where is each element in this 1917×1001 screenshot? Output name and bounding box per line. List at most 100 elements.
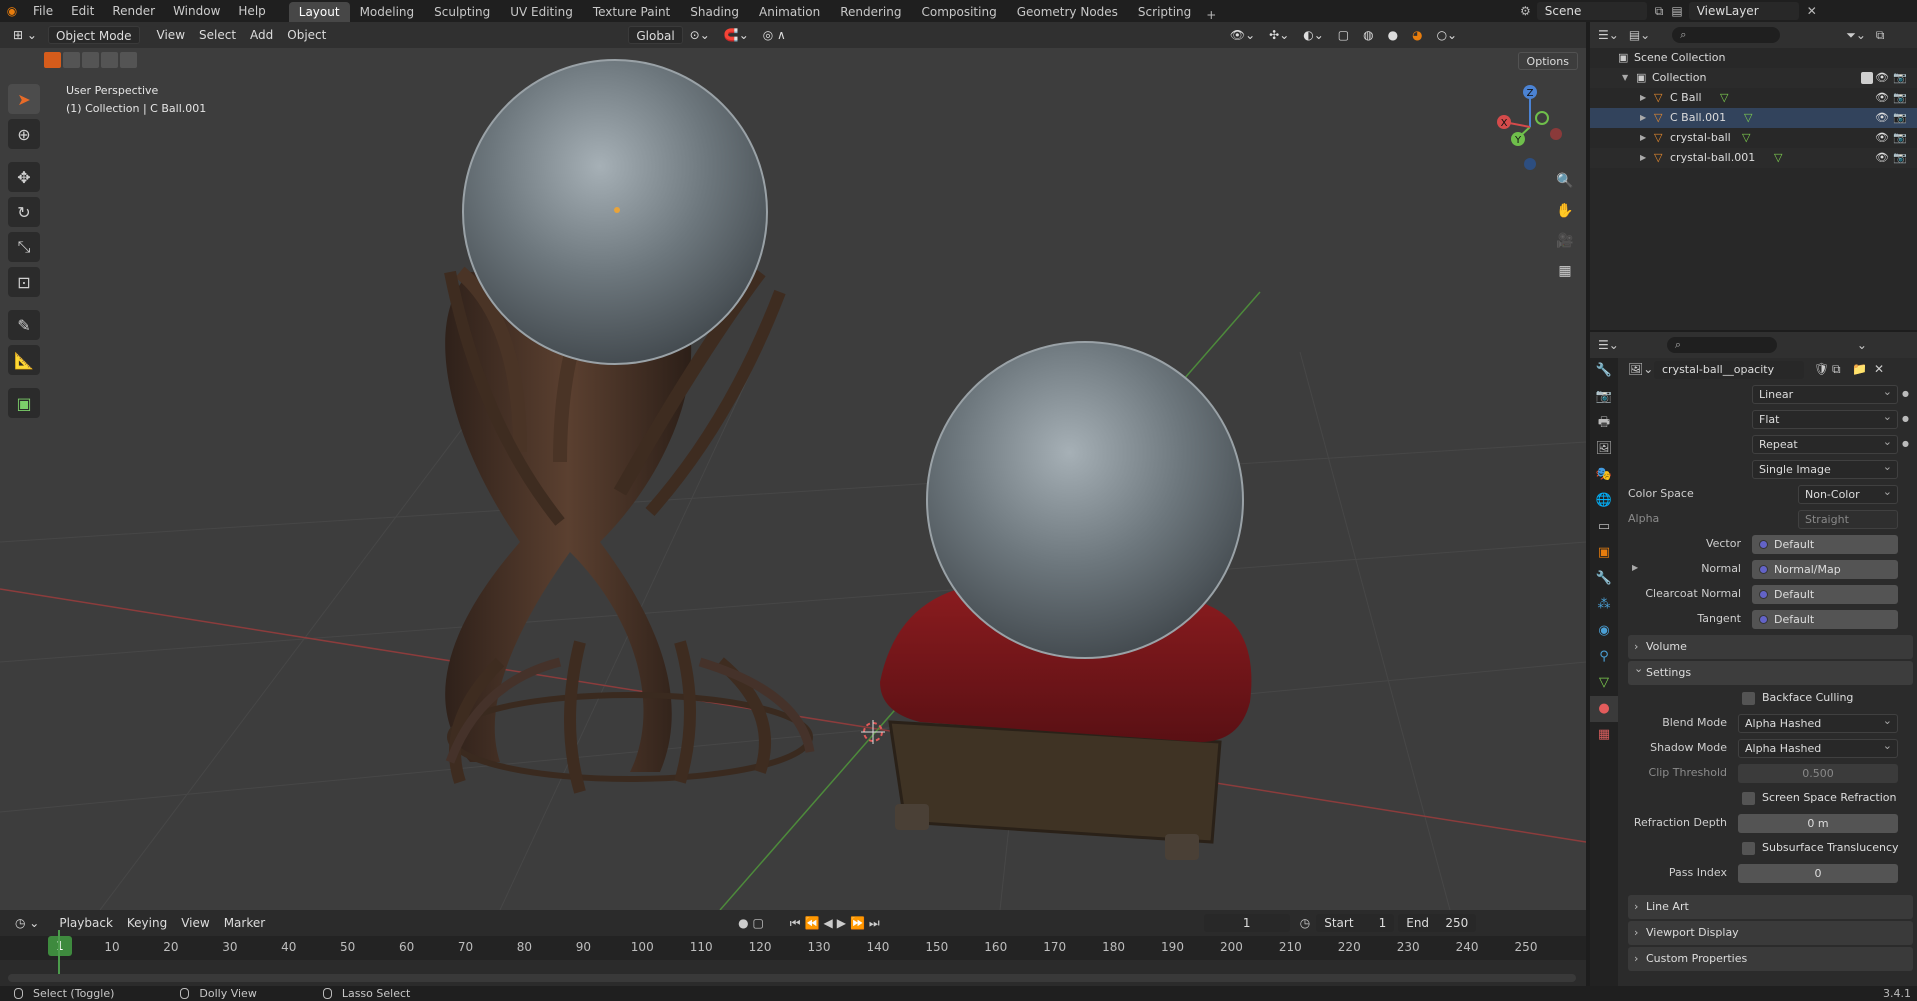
timeline-track[interactable] [0,960,1586,986]
render-camera-icon[interactable]: 📷 [1893,148,1907,168]
close-view-layer-icon[interactable]: ✕ [1807,4,1817,18]
shading-rendered-icon[interactable]: ○⌄ [1430,26,1465,44]
clearcoat-normal-socket-field[interactable]: Default [1752,585,1898,604]
properties-options-icon[interactable]: ⌄ [1857,338,1867,352]
tab-modeling[interactable]: Modeling [350,2,425,22]
unlink-icon[interactable]: ✕ [1874,362,1884,376]
xray-icon[interactable]: ▢ [1331,26,1356,44]
world-tab-icon[interactable]: 🌐 [1590,488,1618,514]
expand-normal-icon[interactable]: ▶ [1632,563,1638,572]
eye-icon[interactable]: 👁 [1875,108,1889,128]
viewport-scene[interactable] [0,22,1586,910]
grid-view-icon[interactable]: ▦ [1552,258,1578,284]
interpolation-dropdown[interactable]: Linear [1752,383,1898,404]
options-button[interactable]: Options [1517,52,1578,70]
proportional-edit-icon[interactable]: ◎ ∧ [756,26,793,44]
menu-marker[interactable]: Marker [217,914,272,932]
decorator-dot-icon[interactable]: ● [1902,439,1909,448]
mesh-data-icon[interactable]: ▽ [1774,148,1782,168]
gizmo-toggle-icon[interactable]: ✣⌄ [1262,26,1296,44]
properties-search-input[interactable]: ⌕ [1666,337,1777,353]
select-intersect-icon[interactable] [120,52,137,68]
move-tool-icon[interactable]: ✥ [8,162,40,192]
tab-shading[interactable]: Shading [680,2,749,22]
snap-icon[interactable]: 🧲⌄ [717,26,756,44]
refraction-depth-field[interactable]: 0 m [1738,814,1898,833]
mesh-data-icon[interactable]: ▽ [1744,108,1752,128]
add-workspace-icon[interactable]: + [1201,8,1221,22]
menu-add[interactable]: Add [243,26,280,44]
outliner-search-input[interactable]: ⌕ [1672,27,1781,43]
camera-view-icon[interactable]: 🎥 [1552,228,1578,254]
select-invert-icon[interactable] [101,52,118,68]
render-camera-icon[interactable]: 📷 [1893,108,1907,128]
settings-panel[interactable]: Settings [1628,657,1913,685]
exclude-checkbox[interactable] [1861,72,1873,84]
filter-icon[interactable]: ⏷⌄ [1846,28,1866,43]
tab-animation[interactable]: Animation [749,2,830,22]
duplicate-icon[interactable]: ⧉ [1832,362,1841,377]
tab-scripting[interactable]: Scripting [1128,2,1201,22]
menu-view[interactable]: View [150,26,192,44]
tab-geometry-nodes[interactable]: Geometry Nodes [1007,2,1128,22]
subsurface-translucency-checkbox[interactable] [1742,842,1755,855]
playback-controls[interactable]: ⏮⏪◀▶⏩⏭ [790,916,884,931]
timeline-ruler[interactable]: 1 10 20 30 40 50 60 70 80 90 100 110 120 130 140 150 16… [0,936,1586,960]
screen-space-refraction-checkbox[interactable] [1742,792,1755,805]
mesh-data-icon[interactable]: ▽ [1720,88,1728,108]
menu-window[interactable]: Window [164,0,229,22]
alpha-dropdown[interactable]: Straight [1798,510,1898,529]
select-extend-icon[interactable] [63,52,80,68]
timeline-scrollbar[interactable] [8,974,1576,982]
zoom-icon[interactable]: 🔍 [1552,168,1578,194]
tab-uv-editing[interactable]: UV Editing [500,2,583,22]
material-tab-icon[interactable]: ● [1590,696,1618,722]
outliner-editor-type-icon[interactable]: ☰⌄ [1598,28,1619,42]
backface-culling-checkbox[interactable] [1742,692,1755,705]
tangent-socket-field[interactable]: Default [1752,610,1898,629]
select-new-icon[interactable] [44,52,61,68]
scene-tab-icon[interactable]: 🎭 [1590,462,1618,488]
display-mode-icon[interactable]: ▤⌄ [1629,28,1650,42]
blend-mode-dropdown[interactable]: Alpha Hashed [1738,712,1898,733]
menu-file[interactable]: File [24,0,62,22]
image-name-field[interactable]: crystal-ball__opacity [1654,361,1804,379]
start-frame-field[interactable]: Start 1 [1316,914,1395,932]
gizmo-neg-y-icon[interactable] [1535,111,1549,125]
collection-tab-icon[interactable]: ▭ [1590,514,1618,540]
modifier-tab-icon[interactable]: 🔧 [1590,566,1618,592]
menu-edit[interactable]: Edit [62,0,103,22]
overlays-icon[interactable]: ◐⌄ [1296,26,1331,44]
particles-tab-icon[interactable]: ⁂ [1590,592,1618,618]
select-subtract-icon[interactable] [82,52,99,68]
blender-logo-icon[interactable]: ◉ [0,0,24,22]
outliner-item-c-ball[interactable]: ▶ ▽ C Ball ▽ 👁 📷 [1590,88,1917,108]
editor-type-icon[interactable]: ⊞ ⌄ [6,26,44,44]
menu-keying[interactable]: Keying [120,914,174,932]
expand-icon[interactable]: ▶ [1640,128,1646,148]
menu-timeline-view[interactable]: View [174,914,216,932]
open-folder-icon[interactable]: 📁 [1852,362,1867,376]
projection-dropdown[interactable]: Flat [1752,408,1898,429]
texture-tab-icon[interactable]: ▦ [1590,722,1618,748]
pivot-point-icon[interactable]: ⊙⌄ [683,26,717,44]
outliner-item-c-ball-001[interactable]: ▶ ▽ C Ball.001 ▽ 👁 📷 [1590,108,1917,128]
tool-tab-icon[interactable]: 🔧 [1590,358,1618,384]
tab-rendering[interactable]: Rendering [830,2,911,22]
physics-tab-icon[interactable]: ◉ [1590,618,1618,644]
tab-sculpting[interactable]: Sculpting [424,2,500,22]
menu-select[interactable]: Select [192,26,243,44]
render-camera-icon[interactable]: 📷 [1893,88,1907,108]
clip-threshold-slider[interactable]: 0.500 [1738,764,1898,783]
decorator-dot-icon[interactable]: ● [1902,389,1909,398]
output-tab-icon[interactable]: 🖶 [1590,410,1618,436]
collection-row[interactable]: ▼ ▣ Collection 👁 📷 [1590,68,1917,88]
color-space-dropdown[interactable]: Non-Color [1798,483,1898,504]
annotate-tool-icon[interactable]: ✎ [8,310,40,340]
render-camera-icon[interactable]: 📷 [1893,128,1907,148]
mode-dropdown[interactable]: Object Mode [47,26,140,44]
render-tab-icon[interactable]: 📷 [1590,384,1618,410]
tab-texture-paint[interactable]: Texture Paint [583,2,680,22]
tab-layout[interactable]: Layout [288,2,350,22]
navigation-gizmo[interactable]: Z Y X [1490,82,1570,182]
